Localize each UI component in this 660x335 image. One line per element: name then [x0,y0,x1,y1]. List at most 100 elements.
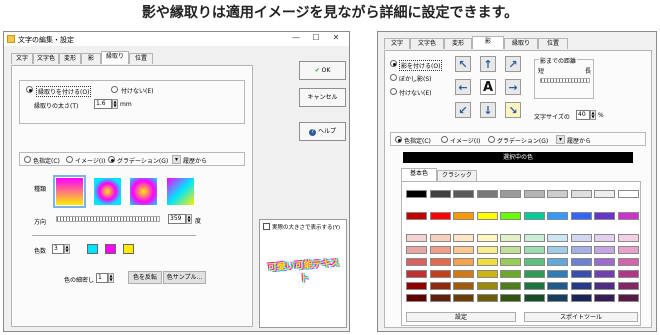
palette-color-cell[interactable] [500,282,521,290]
direction-input[interactable]: 359 [168,214,186,224]
palette-color-cell[interactable] [570,234,592,242]
vivid-color-cell[interactable] [406,212,427,220]
palette-color-cell[interactable] [523,282,545,290]
palette-color-cell[interactable] [453,258,474,266]
gray-color-cell[interactable] [617,190,639,198]
palette-color-cell[interactable] [523,246,545,254]
gradient-color-1[interactable] [87,244,98,254]
tab-position[interactable]: 位置 [538,38,568,49]
palette-color-cell[interactable] [617,234,639,242]
palette-color-cell[interactable] [523,294,545,302]
gray-color-cell[interactable] [429,190,451,198]
vivid-color-cell[interactable] [500,212,521,220]
palette-color-cell[interactable] [500,258,521,266]
border-width-spinner[interactable]: ▲ ▼ [112,99,118,109]
minimize-button[interactable]: — [290,33,302,42]
palette-color-cell[interactable] [594,294,615,302]
gray-color-cell[interactable] [570,190,592,198]
palette-color-cell[interactable] [500,246,521,254]
gray-color-cell[interactable] [547,190,568,198]
tab-basic-colors[interactable]: 基本色 [401,168,437,181]
palette-color-cell[interactable] [406,234,427,242]
gradient-radio[interactable] [108,156,115,163]
palette-color-cell[interactable] [453,270,474,278]
tab-text[interactable]: 文字 [384,38,410,49]
palette-color-cell[interactable] [429,282,451,290]
palette-color-cell[interactable] [570,258,592,266]
palette-color-cell[interactable] [429,246,451,254]
gray-color-cell[interactable] [594,190,615,198]
palette-color-cell[interactable] [547,246,568,254]
palette-color-cell[interactable] [617,294,639,302]
image-radio[interactable] [441,136,448,143]
history-dropdown-button[interactable]: ▾ [172,155,181,164]
palette-color-cell[interactable] [547,234,568,242]
arrow-up-left-icon[interactable]: ↖ [455,56,471,72]
palette-color-cell[interactable] [476,270,498,278]
arrow-up-right-icon[interactable]: ↗ [505,56,521,72]
fine-input[interactable]: 1 [96,273,108,283]
tab-text-color[interactable]: 文字色 [410,38,444,49]
gradient-diagonal-thumb[interactable] [167,178,194,205]
palette-color-cell[interactable] [523,234,545,242]
tab-border[interactable]: 縁取り [504,38,538,49]
tab-text[interactable]: 文字 [11,53,33,64]
arrow-up-icon[interactable]: ↑ [480,56,496,72]
tab-transform[interactable]: 変形 [59,53,81,64]
palette-color-cell[interactable] [453,282,474,290]
color-spec-radio[interactable] [24,156,31,163]
tab-shadow[interactable]: 影 [472,36,504,49]
border-on-radio[interactable] [26,86,33,93]
border-width-input[interactable]: 1.6 [94,99,112,109]
shadow-on-radio[interactable] [390,60,397,67]
palette-color-cell[interactable] [523,270,545,278]
tab-position[interactable]: 位置 [129,53,153,64]
palette-color-cell[interactable] [476,246,498,254]
invert-colors-button[interactable]: 色を反転 [128,271,162,284]
palette-color-cell[interactable] [570,282,592,290]
tab-classic[interactable]: クラシック [437,170,477,181]
tab-transform[interactable]: 変形 [444,38,472,49]
palette-color-cell[interactable] [406,282,427,290]
direction-spinner[interactable]: ▲ ▼ [186,214,192,224]
eyedropper-button[interactable]: スポイトツール [524,312,638,322]
palette-color-cell[interactable] [547,282,568,290]
palette-color-cell[interactable] [570,270,592,278]
distance-slider[interactable] [540,78,590,83]
palette-color-cell[interactable] [453,294,474,302]
vivid-color-cell[interactable] [523,212,545,220]
palette-color-cell[interactable] [570,246,592,254]
palette-color-cell[interactable] [523,258,545,266]
actual-size-checkbox[interactable] [263,223,270,230]
maximize-button[interactable]: ☐ [310,33,322,42]
tab-text-color[interactable]: 文字色 [33,53,59,64]
settings-button[interactable]: 設定 [406,312,516,322]
vivid-color-cell[interactable] [453,212,474,220]
shadow-blur-radio[interactable] [390,74,397,81]
palette-color-cell[interactable] [429,270,451,278]
palette-color-cell[interactable] [500,234,521,242]
palette-color-cell[interactable] [429,294,451,302]
color-count-input[interactable]: 3 [52,244,64,254]
palette-color-cell[interactable] [406,270,427,278]
palette-color-cell[interactable] [476,234,498,242]
palette-color-cell[interactable] [547,294,568,302]
gradient-radio[interactable] [488,136,495,143]
gradient-square-thumb[interactable] [94,178,121,205]
palette-color-cell[interactable] [547,258,568,266]
border-off-radio[interactable] [111,86,118,93]
palette-color-cell[interactable] [594,234,615,242]
palette-color-cell[interactable] [500,270,521,278]
palette-color-cell[interactable] [594,246,615,254]
history-dropdown-button[interactable]: ▾ [556,135,565,144]
palette-color-cell[interactable] [406,294,427,302]
color-count-spinner[interactable]: ▲ ▼ [64,244,70,254]
gradient-linear-thumb[interactable] [53,175,86,208]
direction-slider[interactable] [56,216,160,222]
palette-color-cell[interactable] [617,270,639,278]
size-spinner[interactable]: ▲ ▼ [590,110,596,120]
arrow-left-icon[interactable]: ← [455,79,471,95]
gray-color-cell[interactable] [453,190,474,198]
gradient-color-3[interactable] [123,244,134,254]
palette-color-cell[interactable] [570,294,592,302]
